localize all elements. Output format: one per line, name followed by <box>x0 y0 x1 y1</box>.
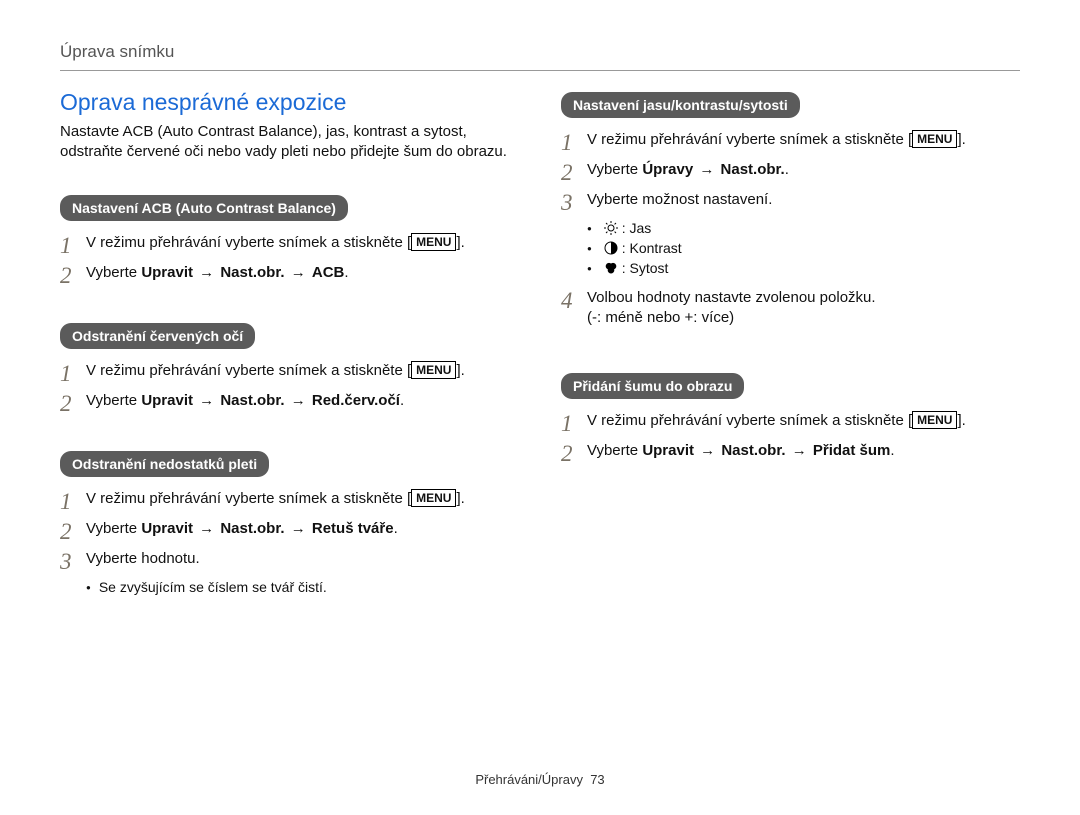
step: 2 Vyberte Upravit → Nast.obr. → Retuš tv… <box>60 519 519 543</box>
step-body: V režimu přehrávání vyberte snímek a sti… <box>86 489 465 509</box>
menu-badge: MENU <box>411 361 456 379</box>
step-number: 3 <box>561 190 587 214</box>
step-body: V režimu přehrávání vyberte snímek a sti… <box>587 130 966 150</box>
arrow-icon: → <box>697 161 716 178</box>
step: 3 Vyberte možnost nastavení. <box>561 190 1020 214</box>
arrow-icon: → <box>289 264 308 281</box>
step-body: Vyberte možnost nastavení. <box>587 190 772 210</box>
step: 1 V režimu přehrávání vyberte snímek a s… <box>561 130 1020 154</box>
step-number: 1 <box>60 233 86 257</box>
subsection-heading-redeye: Odstranění červených očí <box>60 323 255 349</box>
step-body: Volbou hodnoty nastavte zvolenou položku… <box>587 288 876 329</box>
arrow-icon: → <box>197 520 216 537</box>
step-body: Vyberte Upravit → Nast.obr. → Retuš tvář… <box>86 519 398 539</box>
step-number: 4 <box>561 288 587 312</box>
contrast-icon <box>604 241 618 258</box>
step-body: Vyberte hodnotu. <box>86 549 200 569</box>
saturation-icon <box>604 261 618 278</box>
arrow-icon: → <box>197 264 216 281</box>
step-number: 2 <box>561 160 587 184</box>
step-body: Vyberte Upravit → Nast.obr. → Red.červ.o… <box>86 391 404 411</box>
list-item: Se zvyšujícím se číslem se tvář čistí. <box>86 579 519 595</box>
menu-badge: MENU <box>912 411 957 429</box>
step: 2 Vyberte Upravit → Nast.obr. → Red.červ… <box>60 391 519 415</box>
step-body: Vyberte Upravit → Nast.obr. → Přidat šum… <box>587 441 895 461</box>
step-body: Vyberte Úpravy → Nast.obr.. <box>587 160 789 180</box>
step: 4 Volbou hodnoty nastavte zvolenou polož… <box>561 288 1020 329</box>
step: 1 V režimu přehrávání vyberte snímek a s… <box>561 411 1020 435</box>
step-number: 1 <box>561 411 587 435</box>
page-footer: Přehráváni/Úpravy 73 <box>0 772 1080 787</box>
step: 2 Vyberte Upravit → Nast.obr. → Přidat š… <box>561 441 1020 465</box>
subsection-heading-noise: Přidání šumu do obrazu <box>561 373 744 399</box>
subsection-heading-acb: Nastavení ACB (Auto Contrast Balance) <box>60 195 348 221</box>
menu-badge: MENU <box>411 489 456 507</box>
running-title: Úprava snímku <box>60 42 1020 62</box>
step-body: V režimu přehrávání vyberte snímek a sti… <box>86 233 465 253</box>
two-column-layout: Oprava nesprávné expozice Nastavte ACB (… <box>60 89 1020 605</box>
step: 2 Vyberte Úpravy → Nast.obr.. <box>561 160 1020 184</box>
step-body: V režimu přehrávání vyberte snímek a sti… <box>86 361 465 381</box>
step: 1 V režimu přehrávání vyberte snímek a s… <box>60 361 519 385</box>
step: 1 V režimu přehrávání vyberte snímek a s… <box>60 233 519 257</box>
arrow-icon: → <box>698 442 717 459</box>
document-page: Úprava snímku Oprava nesprávné expozice … <box>0 0 1080 815</box>
list-item: : Kontrast <box>587 240 1020 258</box>
step-body: Vyberte Upravit → Nast.obr. → ACB. <box>86 263 349 283</box>
step-number: 2 <box>60 391 86 415</box>
brightness-icon <box>604 221 618 238</box>
step: 1 V režimu přehrávání vyberte snímek a s… <box>60 489 519 513</box>
step-number: 1 <box>561 130 587 154</box>
list-item: : Jas <box>587 220 1020 238</box>
arrow-icon: → <box>197 392 216 409</box>
step-number: 2 <box>60 263 86 287</box>
bullet-list: : Jas : Kontrast : Sytost <box>587 220 1020 278</box>
step-number: 1 <box>60 361 86 385</box>
arrow-icon: → <box>790 442 809 459</box>
subsection-heading-skin: Odstranění nedostatků pleti <box>60 451 269 477</box>
step-number: 3 <box>60 549 86 573</box>
divider <box>60 70 1020 71</box>
menu-badge: MENU <box>411 233 456 251</box>
step-number: 2 <box>561 441 587 465</box>
step-body: V režimu přehrávání vyberte snímek a sti… <box>587 411 966 431</box>
step: 2 Vyberte Upravit → Nast.obr. → ACB. <box>60 263 519 287</box>
step: 3 Vyberte hodnotu. <box>60 549 519 573</box>
arrow-icon: → <box>289 392 308 409</box>
list-item: : Sytost <box>587 260 1020 278</box>
subsection-heading-bcs: Nastavení jasu/kontrastu/sytosti <box>561 92 800 118</box>
right-column: Nastavení jasu/kontrastu/sytosti 1 V rež… <box>561 89 1020 605</box>
section-title: Oprava nesprávné expozice <box>60 89 519 116</box>
intro-paragraph: Nastavte ACB (Auto Contrast Balance), ja… <box>60 122 519 163</box>
bullet-list: Se zvyšujícím se číslem se tvář čistí. <box>86 579 519 595</box>
arrow-icon: → <box>289 520 308 537</box>
step-number: 1 <box>60 489 86 513</box>
step-number: 2 <box>60 519 86 543</box>
menu-badge: MENU <box>912 130 957 148</box>
left-column: Oprava nesprávné expozice Nastavte ACB (… <box>60 89 519 605</box>
